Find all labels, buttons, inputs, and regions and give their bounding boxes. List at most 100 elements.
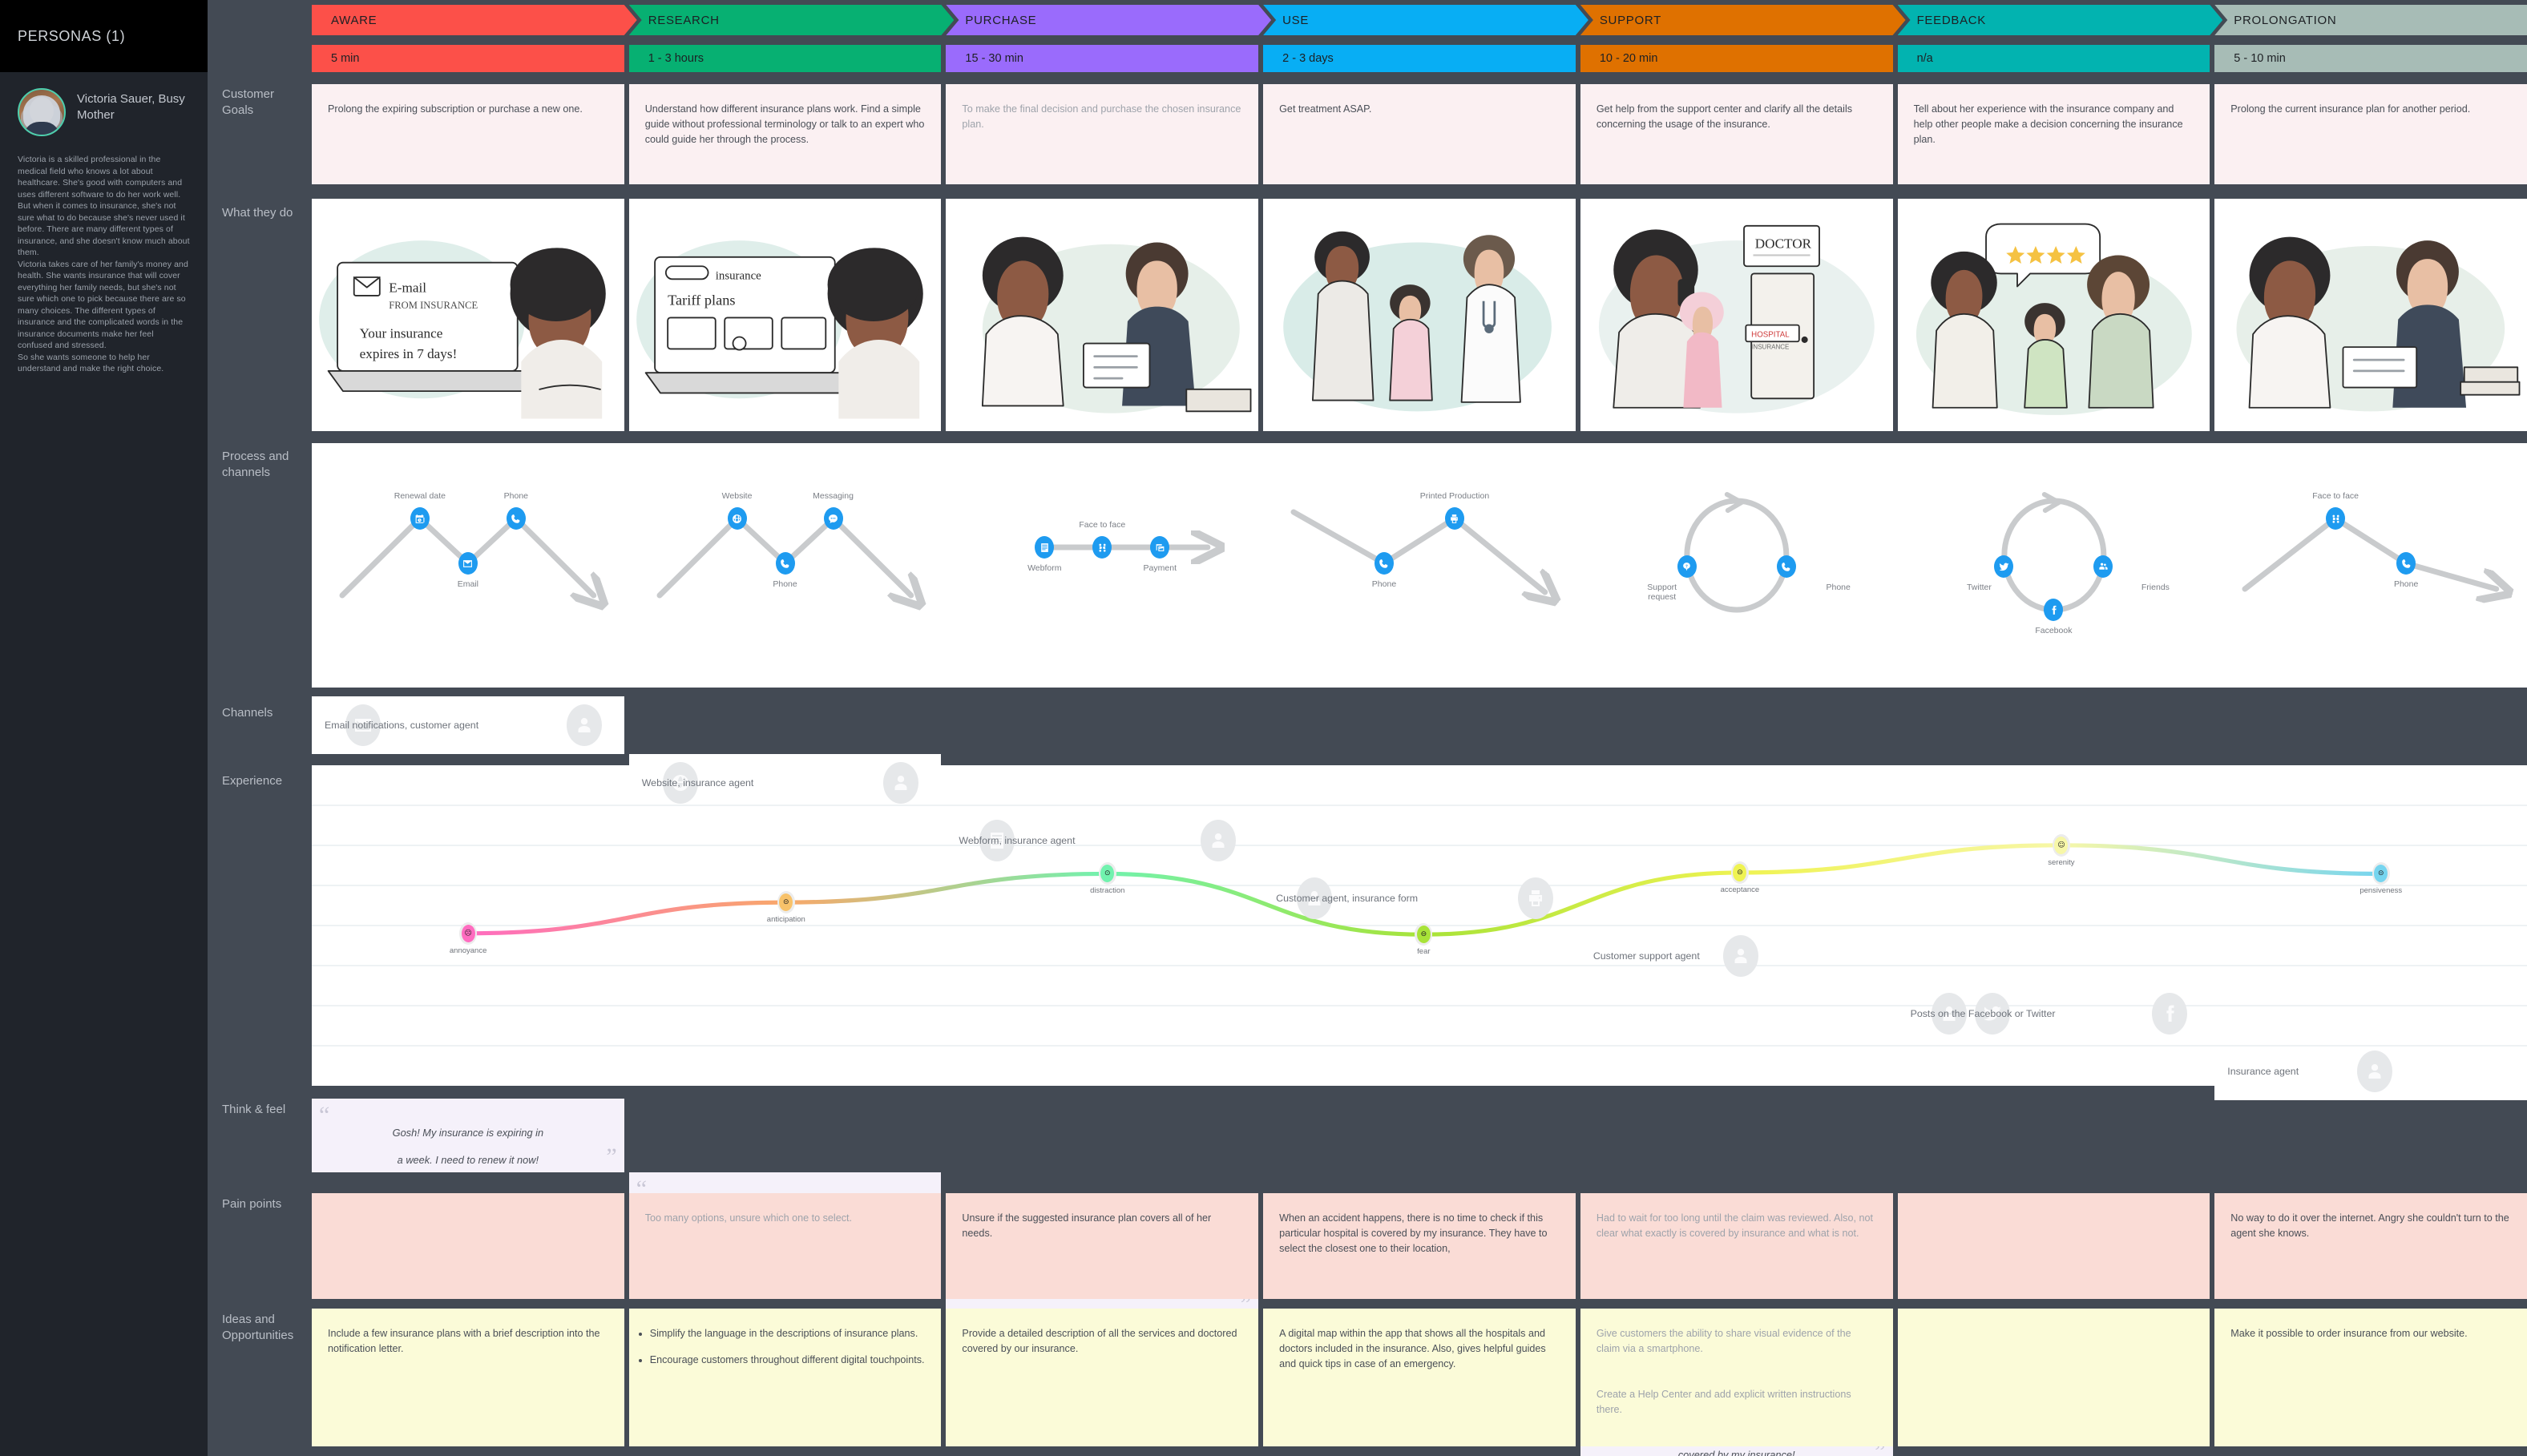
what-they-do-cell[interactable] [1263, 199, 1576, 431]
printer-icon[interactable] [1444, 507, 1464, 530]
duration-label: 15 - 30 min [965, 52, 1023, 65]
row-label-ideas: Ideas and Opportunities [222, 1313, 294, 1342]
duration-use[interactable]: 2 - 3 days [1263, 45, 1576, 72]
process-cell[interactable]: Face to face Phone [2214, 443, 2527, 688]
phone-icon[interactable] [1374, 552, 1394, 575]
process-cell[interactable]: Website Phone Messaging [628, 443, 942, 688]
process-node-label: Printed Production [1419, 491, 1490, 501]
what-they-do-cell[interactable]: DOCTOR HOSPITAL INSURANCE [1580, 199, 1893, 431]
phone-icon[interactable] [775, 552, 795, 575]
phase-header-use[interactable]: USE [1263, 5, 1588, 35]
idea-text: Include a few insurance plans with a bri… [328, 1328, 600, 1354]
question-pin-icon[interactable] [1677, 555, 1697, 578]
process-cell[interactable]: Renewal date Email Phone [312, 443, 624, 688]
calendar-clock-icon[interactable] [410, 507, 430, 530]
phase-label: FEEDBACK [1916, 13, 1987, 27]
svg-text:FROM INSURANCE: FROM INSURANCE [389, 300, 478, 311]
globe-icon[interactable] [727, 507, 747, 530]
email-icon[interactable] [458, 552, 478, 575]
customer-goal-cell[interactable]: To make the final decision and purchase … [946, 84, 1259, 184]
phase-header-feedback[interactable]: FEEDBACK [1898, 5, 2223, 35]
pain-point-cell[interactable]: When an accident happens, there is no ti… [1263, 1193, 1576, 1299]
process-node-label: Friends [2141, 583, 2170, 592]
process-cell[interactable]: Webform Face to face Payment [946, 443, 1259, 688]
duration-prolongation[interactable]: 5 - 10 min [2214, 45, 2527, 72]
row-label-goals: Customer Goals [222, 87, 275, 117]
emotion-marker-distraction[interactable]: ⊙ [1098, 862, 1116, 885]
idea-cell[interactable]: A digital map within the app that shows … [1263, 1309, 1576, 1446]
duration-aware[interactable]: 5 min [312, 45, 624, 72]
row-label-channels: Channels [222, 706, 273, 720]
idea-cell[interactable]: Provide a detailed description of all th… [946, 1309, 1259, 1446]
experience-chart: ☹ annoyance ⊝ anticipation ⊙ distraction ⊖ fear… [312, 765, 2527, 1086]
pain-point-cell[interactable] [312, 1193, 624, 1299]
customer-goal-cell[interactable]: Tell about her experience with the insur… [1897, 84, 2210, 184]
svg-text:insurance: insurance [715, 269, 761, 282]
customer-goal-cell[interactable]: Get treatment ASAP. [1263, 84, 1576, 184]
what-they-do-cell[interactable]: E-mail FROM INSURANCE Your insurance expire… [312, 199, 624, 431]
duration-purchase[interactable]: 15 - 30 min [946, 45, 1259, 72]
emotion-marker-annoyance[interactable]: ☹ [459, 922, 478, 945]
process-node-label: Payment [1143, 563, 1177, 573]
idea-cell[interactable]: Include a few insurance plans with a bri… [312, 1309, 624, 1446]
phase-header-support[interactable]: SUPPORT [1580, 5, 1906, 35]
pain-point-cell[interactable] [1897, 1193, 2210, 1299]
message-icon[interactable] [823, 507, 843, 530]
phone-icon[interactable] [1776, 555, 1796, 578]
emotion-marker-anticipation[interactable]: ⊝ [777, 891, 795, 914]
process-node-label: Phone [1371, 579, 1397, 589]
think-feel-cell[interactable]: “ Gosh! My insurance is expiring in a wee… [312, 1099, 624, 1172]
idea-list-item: Encourage customers throughout different… [650, 1353, 926, 1368]
duration-feedback[interactable]: n/a [1897, 45, 2210, 72]
pain-point-cell[interactable]: No way to do it over the internet. Angry… [2214, 1193, 2527, 1299]
emotion-label: annoyance [449, 946, 487, 955]
phase-header-aware[interactable]: AWARE [312, 5, 637, 35]
what-they-do-cell[interactable] [946, 199, 1259, 431]
customer-goal-text: Tell about her experience with the insur… [1913, 103, 2183, 145]
process-cell[interactable]: Phone Printed Production [1263, 443, 1576, 688]
emotion-marker-pensiveness[interactable]: ⊝ [2372, 862, 2390, 885]
persona-card[interactable]: Victoria Sauer, Busy Mother Victoria is … [0, 72, 208, 375]
duration-row: 5 min 1 - 3 hours 15 - 30 min 2 - 3 days 10 … [312, 45, 2527, 72]
idea-cell[interactable] [1897, 1309, 2210, 1446]
phone-icon[interactable] [506, 507, 526, 530]
phase-header-purchase[interactable]: PURCHASE [946, 5, 1271, 35]
emotion-face: ⊝ [779, 893, 793, 912]
process-cell[interactable]: Support request Phone [1580, 443, 1893, 688]
customer-goal-cell[interactable]: Prolong the expiring subscription or pur… [312, 84, 624, 184]
idea-cell[interactable]: Make it possible to order insurance from… [2214, 1309, 2527, 1446]
emotion-face: ⊖ [1416, 926, 1431, 944]
channel-label: Posts on the Facebook or Twitter [1910, 1008, 2056, 1019]
idea-cell[interactable]: Give customers the ability to share visu… [1580, 1309, 1893, 1446]
pain-point-cell[interactable]: Had to wait for too long until the claim… [1580, 1193, 1893, 1299]
phase-header-research[interactable]: RESEARCH [629, 5, 955, 35]
phone-icon[interactable] [2396, 552, 2416, 575]
svg-text:Your insurance: Your insurance [360, 326, 443, 341]
illustration-woman-and-agent-signing-documents [946, 199, 1258, 431]
channel-cell[interactable]: Email notifications, customer agent [312, 696, 624, 754]
customer-goal-cell[interactable]: Understand how different insurance plans… [628, 84, 942, 184]
customer-goal-cell[interactable]: Get help from the support center and cla… [1580, 84, 1893, 184]
what-they-do-cell[interactable] [1897, 199, 2210, 431]
emotion-marker-serenity[interactable]: ☺ [2052, 833, 2070, 857]
phase-header-row: AWARE RESEARCH PURCHASE USE SUPPORT FEEDBACK P… [312, 5, 2527, 35]
emotion-marker-acceptance[interactable]: ⊝ [1730, 861, 1749, 884]
duration-label: 5 - 10 min [2234, 52, 2286, 65]
pain-point-cell[interactable]: Unsure if the suggested insurance plan c… [946, 1193, 1259, 1299]
process-cell[interactable]: Twitter Friends Facebook [1897, 443, 2210, 688]
duration-research[interactable]: 1 - 3 hours [628, 45, 942, 72]
handshake-icon[interactable] [2326, 507, 2346, 530]
customer-goal-cell[interactable]: Prolong the current insurance plan for a… [2214, 84, 2527, 184]
duration-support[interactable]: 10 - 20 min [1580, 45, 1893, 72]
what-they-do-cell[interactable]: insurance Tariff plans [628, 199, 942, 431]
emotion-label: fear [1417, 947, 1431, 957]
pain-point-text: Had to wait for too long until the claim… [1596, 1212, 1873, 1239]
phase-header-prolongation[interactable]: PROLONGATION [2214, 5, 2527, 35]
pain-point-cell[interactable]: Too many options, unsure which one to se… [628, 1193, 942, 1299]
process-node-label: Support request [1647, 583, 1677, 602]
emotion-face: ⊝ [1733, 863, 1747, 881]
what-they-do-cell[interactable] [2214, 199, 2527, 431]
idea-cell[interactable]: Simplify the language in the description… [628, 1309, 942, 1446]
avatar [18, 88, 66, 136]
emotion-label: serenity [2048, 857, 2075, 867]
